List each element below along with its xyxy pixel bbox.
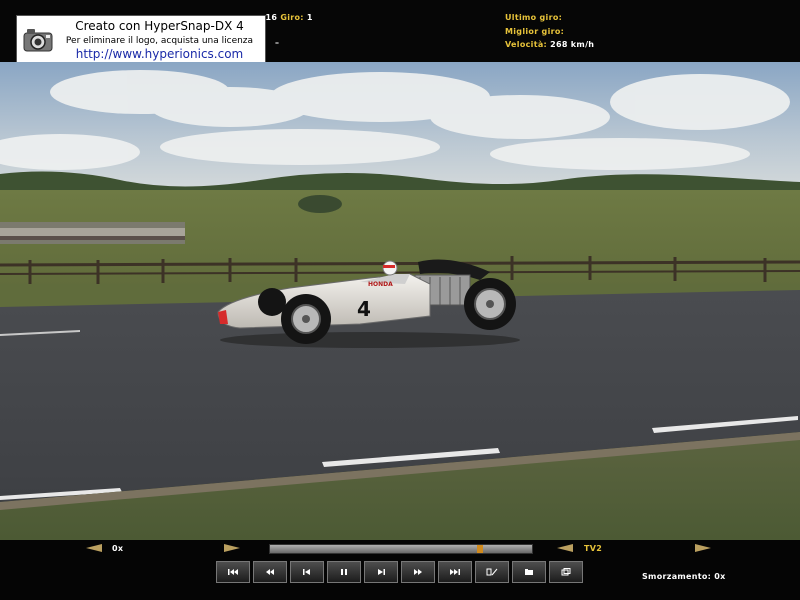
mark-icon (486, 568, 498, 576)
skip-start-icon (228, 569, 238, 575)
lap-value: 1 (306, 13, 313, 22)
damping-value: 0x (714, 572, 726, 581)
car-number: 4 (357, 297, 371, 321)
speed-increase-arrow[interactable] (224, 544, 240, 552)
fast-forward-button[interactable] (401, 561, 435, 583)
skip-to-start-button[interactable] (216, 561, 250, 583)
hypersnap-watermark: Creato con HyperSnap-DX 4 Per eliminare … (16, 15, 266, 65)
rewind-button[interactable] (253, 561, 287, 583)
pause-icon (341, 569, 347, 575)
fast-forward-icon (414, 569, 422, 575)
spectator-crowd (0, 222, 185, 244)
damping-readout: Smorzamento: 0x (642, 572, 726, 581)
race-replay-viewport: 4 HONDA (0, 62, 800, 540)
skip-to-end-button[interactable] (438, 561, 472, 583)
folder-button[interactable] (512, 561, 546, 583)
lap-info: :16 Giro: 1 (262, 13, 313, 22)
playback-speed-value: 0x (112, 544, 124, 553)
step-back-button[interactable] (290, 561, 324, 583)
watermark-url: http://www.hyperionics.com (75, 47, 244, 61)
watermark-line-1: Creato con HyperSnap-DX 4 (75, 19, 244, 33)
skip-end-icon (450, 569, 460, 575)
replay-progress-bar[interactable] (269, 544, 533, 554)
mark-button[interactable] (475, 561, 509, 583)
best-lap-label: Miglior giro: (505, 27, 565, 36)
last-lap-label: Ultimo giro: (505, 13, 563, 22)
speed-decrease-arrow[interactable] (86, 544, 102, 552)
step-forward-button[interactable] (364, 561, 398, 583)
window-button[interactable] (549, 561, 583, 583)
watermark-line-2: Per eliminare il logo, acquista una lice… (65, 36, 254, 46)
rewind-icon (266, 569, 274, 575)
car-brand: HONDA (368, 281, 393, 288)
distant-vehicle (298, 195, 342, 213)
camera-icon (23, 29, 53, 52)
camera-prev-arrow[interactable] (557, 544, 573, 552)
speed-label: Velocità: (505, 40, 548, 49)
hud-dash: – (275, 38, 280, 47)
window-icon (561, 568, 571, 576)
step-forward-icon (378, 569, 385, 575)
camera-label: TV2 (584, 544, 603, 553)
speed-value: 268 km/h (550, 40, 595, 49)
folder-icon (525, 569, 533, 575)
speed-readout: Velocità: 268 km/h (505, 40, 594, 49)
camera-next-arrow[interactable] (695, 544, 711, 552)
damping-label: Smorzamento: (642, 572, 712, 581)
progress-handle[interactable] (477, 545, 484, 553)
lap-label: Giro: (280, 13, 304, 22)
pause-button[interactable] (327, 561, 361, 583)
step-back-icon (303, 569, 310, 575)
race-scene: 4 HONDA (0, 62, 800, 540)
